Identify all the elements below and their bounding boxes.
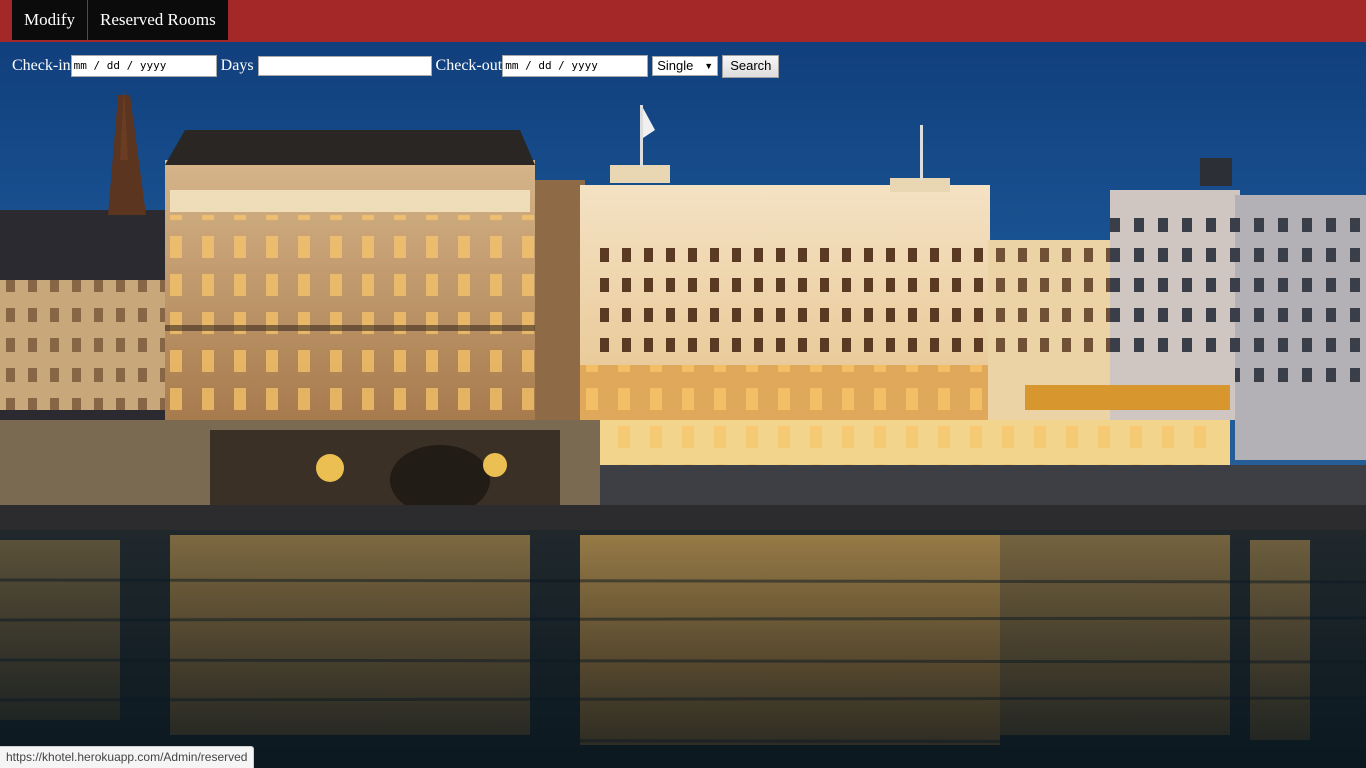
nav-reserved-rooms-link[interactable]: Reserved Rooms xyxy=(88,0,228,40)
search-form: Check-in Days Check-out Single ▼ Search xyxy=(12,54,780,78)
dropdown-arrow-icon: ▼ xyxy=(704,61,714,71)
checkin-date-input[interactable] xyxy=(70,55,217,77)
checkout-label: Check-out xyxy=(435,57,503,74)
hotel-background-image xyxy=(0,0,1366,768)
nav-modify-link[interactable]: Modify xyxy=(12,0,87,40)
checkin-label: Check-in xyxy=(12,57,71,74)
days-label: Days xyxy=(220,57,254,74)
checkout-date-input[interactable] xyxy=(502,55,649,77)
days-input[interactable] xyxy=(257,56,432,76)
search-button[interactable]: Search xyxy=(722,54,780,78)
room-type-selected-value: Single xyxy=(657,58,694,73)
room-type-select[interactable]: Single ▼ xyxy=(652,56,719,76)
top-navbar: Modify Reserved Rooms xyxy=(0,0,1366,42)
status-bar-url: https://khotel.herokuapp.com/Admin/reser… xyxy=(0,746,255,768)
